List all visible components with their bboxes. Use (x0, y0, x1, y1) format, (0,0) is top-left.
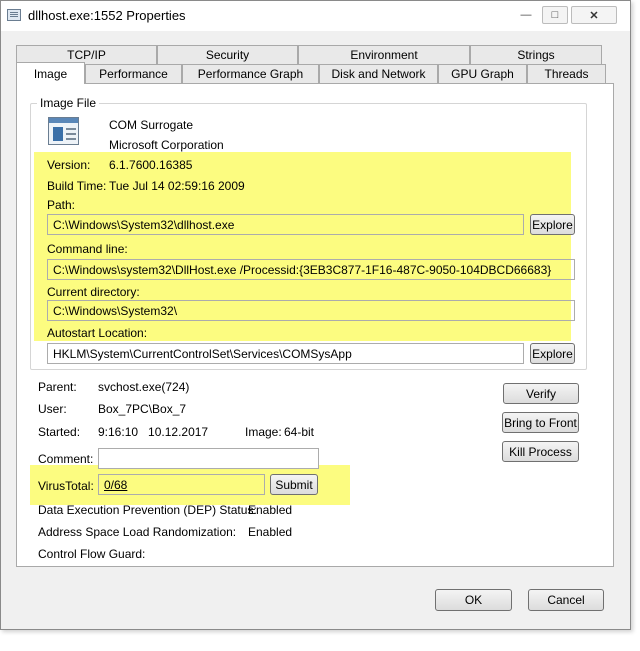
current-directory-field[interactable]: C:\Windows\System32\ (47, 300, 575, 321)
path-explore-button[interactable]: Explore (530, 214, 575, 235)
started-value: 9:16:10 10.12.2017 (98, 425, 209, 439)
cancel-button[interactable]: Cancel (528, 589, 604, 611)
image-bitness-label: Image: (245, 425, 282, 439)
aslr-label: Address Space Load Randomization: (38, 525, 237, 539)
aslr-value: Enabled (248, 525, 293, 539)
tab-image[interactable]: Image (16, 62, 85, 84)
properties-window: dllhost.exe:1552 Properties — □ ✕ TCP/IP… (0, 0, 631, 630)
user-value: Box_7PC\Box_7 (98, 402, 187, 416)
virustotal-label: VirusTotal: (38, 479, 94, 493)
parent-value: svchost.exe(724) (98, 380, 190, 394)
build-time-label: Build Time: (47, 179, 107, 193)
window-app-icon (7, 9, 21, 21)
comment-label: Comment: (38, 452, 94, 466)
image-file-group-title: Image File (37, 96, 100, 110)
user-label: User: (38, 402, 67, 416)
tab-security[interactable]: Security (157, 45, 298, 64)
window-title: dllhost.exe:1552 Properties (28, 8, 186, 23)
dep-status-value: Enabled (248, 503, 293, 517)
tab-performance[interactable]: Performance (85, 64, 182, 83)
close-button[interactable]: ✕ (571, 6, 617, 24)
verify-button[interactable]: Verify (503, 383, 579, 404)
autostart-location-label: Autostart Location: (47, 326, 148, 340)
control-flow-guard-label: Control Flow Guard: (38, 547, 146, 561)
kill-process-button[interactable]: Kill Process (502, 441, 579, 462)
autostart-explore-button[interactable]: Explore (530, 343, 575, 364)
company-name: Microsoft Corporation (109, 138, 224, 152)
command-line-field[interactable]: C:\Windows\system32\DllHost.exe /Process… (47, 259, 575, 280)
virustotal-field[interactable]: 0/68 (98, 474, 265, 495)
command-line-label: Command line: (47, 242, 128, 256)
image-bitness-value: 64-bit (284, 425, 315, 439)
tab-disk-and-network[interactable]: Disk and Network (319, 64, 438, 83)
tab-environment[interactable]: Environment (298, 45, 470, 64)
version-value: 6.1.7600.16385 (109, 158, 193, 172)
tab-gpu-graph[interactable]: GPU Graph (438, 64, 527, 83)
path-label: Path: (47, 198, 76, 212)
bring-to-front-button[interactable]: Bring to Front (502, 412, 579, 433)
build-time-value: Tue Jul 14 02:59:16 2009 (109, 179, 245, 193)
tab-threads[interactable]: Threads (527, 64, 606, 83)
autostart-location-field[interactable]: HKLM\System\CurrentControlSet\Services\C… (47, 343, 524, 364)
parent-label: Parent: (38, 380, 77, 394)
tab-performance-graph[interactable]: Performance Graph (182, 64, 319, 83)
path-field[interactable]: C:\Windows\System32\dllhost.exe (47, 214, 524, 235)
tab-strings[interactable]: Strings (470, 45, 602, 64)
minimize-button[interactable]: — (513, 6, 539, 24)
comment-field[interactable] (98, 448, 319, 469)
com-surrogate-icon (48, 117, 79, 145)
maximize-button[interactable]: □ (542, 6, 568, 24)
current-directory-label: Current directory: (47, 285, 140, 299)
version-label: Version: (47, 158, 91, 172)
dep-status-label: Data Execution Prevention (DEP) Status: (38, 503, 257, 517)
virustotal-result-link[interactable]: 0/68 (104, 478, 127, 492)
virustotal-submit-button[interactable]: Submit (270, 474, 318, 495)
file-description: COM Surrogate (109, 118, 194, 132)
ok-button[interactable]: OK (435, 589, 512, 611)
started-label: Started: (38, 425, 81, 439)
title-bar[interactable]: dllhost.exe:1552 Properties — □ ✕ (1, 1, 630, 31)
